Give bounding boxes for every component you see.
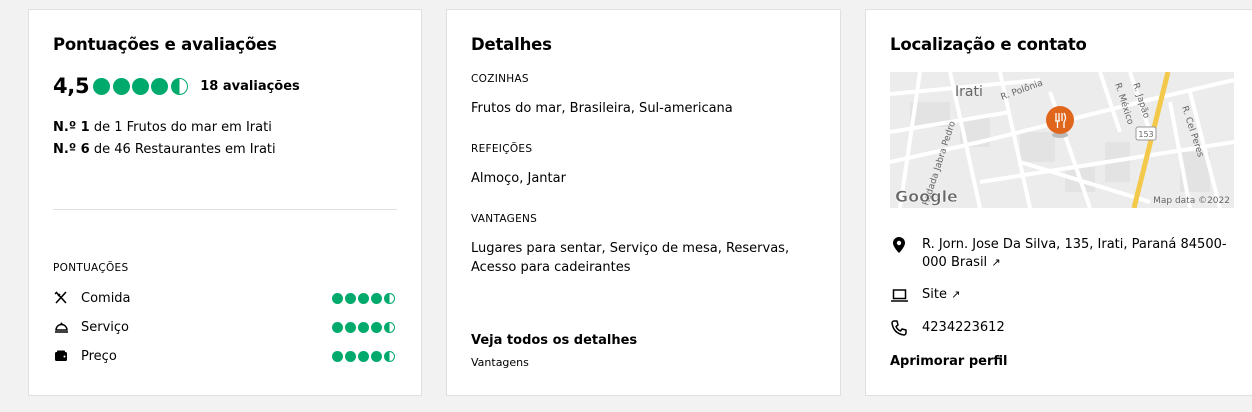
location-title: Localização e contato bbox=[890, 35, 1087, 54]
subrating-bubbles bbox=[332, 350, 397, 362]
subrating-label: Preço bbox=[81, 348, 117, 364]
rating-bubble bbox=[332, 321, 343, 333]
site-label: Site bbox=[922, 287, 947, 302]
features-value: Lugares para sentar, Serviço de mesa, Re… bbox=[471, 241, 790, 275]
subrating-value: Preço bbox=[53, 347, 397, 365]
map-route-shield: 153 bbox=[1138, 130, 1153, 139]
details-title: Detalhes bbox=[471, 35, 552, 54]
overall-rating-value: 4,5 bbox=[53, 74, 90, 98]
address-value: R. Jorn. Jose Da Silva, 135, Irati, Para… bbox=[922, 237, 1227, 270]
subrating-label: Serviço bbox=[81, 319, 130, 335]
map[interactable]: 153 Irati R. Polônia R. Japão R. México … bbox=[890, 72, 1234, 208]
rating-bubble bbox=[170, 77, 188, 95]
ratings-card: Pontuações e avaliações 4,5 18 avaliaçõe… bbox=[28, 9, 422, 396]
rating-bubble bbox=[332, 292, 343, 304]
rank-position: N.º 6 bbox=[53, 142, 90, 157]
features-label: VANTAGENS bbox=[471, 213, 538, 225]
ratings-title: Pontuações e avaliações bbox=[53, 35, 277, 54]
rating-bubble bbox=[384, 321, 395, 333]
laptop-icon bbox=[890, 286, 908, 304]
rating-bubble bbox=[371, 350, 382, 362]
wallet-icon bbox=[53, 348, 69, 364]
rank-text: de 1 Frutos do mar em Irati bbox=[89, 120, 272, 135]
external-link-icon: ↗ bbox=[951, 288, 961, 301]
rank-position: N.º 1 bbox=[53, 120, 90, 135]
site-row[interactable]: Site ↗ bbox=[890, 286, 1239, 304]
map-data-attribution: Map data ©2022 bbox=[1153, 196, 1230, 206]
rating-bubble bbox=[358, 350, 369, 362]
fork-knife-icon bbox=[53, 290, 69, 306]
cuisines-label: COZINHAS bbox=[471, 73, 529, 85]
see-all-subtitle: Vantagens bbox=[471, 356, 529, 369]
subratings-label: PONTUAÇÕES bbox=[53, 262, 129, 274]
rating-bubble bbox=[384, 292, 395, 304]
rating-bubble bbox=[371, 321, 382, 333]
phone-number: 4234223612 bbox=[922, 320, 1005, 335]
rating-bubble bbox=[358, 321, 369, 333]
location-pin-icon bbox=[890, 236, 908, 254]
cuisines-value: Frutos do mar, Brasileira, Sul-americana bbox=[471, 101, 733, 116]
see-all-details-link[interactable]: Veja todos os detalhes bbox=[471, 333, 637, 348]
rating-bubble bbox=[345, 350, 356, 362]
divider bbox=[53, 209, 397, 210]
subrating-label: Comida bbox=[81, 290, 131, 306]
address-text: R. Jorn. Jose Da Silva, 135, Irati, Para… bbox=[922, 236, 1239, 272]
rating-bubble bbox=[93, 77, 111, 95]
rank-restaurants[interactable]: N.º 6 de 46 Restaurantes em Irati bbox=[53, 142, 276, 157]
rating-bubble bbox=[345, 292, 356, 304]
details-card: Detalhes COZINHAS Frutos do mar, Brasile… bbox=[446, 9, 841, 396]
meals-value: Almoço, Jantar bbox=[471, 171, 566, 186]
rating-bubble bbox=[371, 292, 382, 304]
review-count-link[interactable]: 18 avaliações bbox=[200, 79, 300, 94]
google-logo: Google bbox=[895, 187, 958, 206]
rating-bubble bbox=[358, 292, 369, 304]
improve-profile-link[interactable]: Aprimorar perfil bbox=[890, 354, 1007, 369]
subrating-bubbles bbox=[332, 292, 397, 304]
external-link-icon: ↗ bbox=[991, 256, 1001, 269]
phone-icon bbox=[890, 319, 908, 337]
address-row[interactable]: R. Jorn. Jose Da Silva, 135, Irati, Para… bbox=[890, 236, 1239, 272]
rating-bubble bbox=[332, 350, 343, 362]
subrating-service: Serviço bbox=[53, 318, 397, 336]
rating-bubble bbox=[345, 321, 356, 333]
rank-seafood[interactable]: N.º 1 de 1 Frutos do mar em Irati bbox=[53, 120, 272, 135]
rating-bubble bbox=[151, 77, 169, 95]
overall-rating-bubbles bbox=[93, 77, 190, 95]
subrating-bubbles bbox=[332, 321, 397, 333]
map-city-label: Irati bbox=[955, 84, 983, 100]
rating-bubble bbox=[132, 77, 150, 95]
location-card: Localização e contato 153 Irati R. Polôn… bbox=[865, 9, 1252, 396]
overall-rating: 4,5 18 avaliações bbox=[53, 73, 300, 99]
subrating-food: Comida bbox=[53, 289, 397, 307]
map-canvas: 153 Irati R. Polônia R. Japão R. México … bbox=[890, 72, 1234, 208]
site-link[interactable]: Site ↗ bbox=[922, 286, 960, 304]
meals-label: REFEIÇÕES bbox=[471, 143, 533, 155]
rating-bubble bbox=[384, 350, 395, 362]
cloche-icon bbox=[53, 319, 69, 335]
rating-bubble bbox=[112, 77, 130, 95]
phone-row[interactable]: 4234223612 bbox=[890, 319, 1239, 337]
rank-text: de 46 Restaurantes em Irati bbox=[89, 142, 276, 157]
